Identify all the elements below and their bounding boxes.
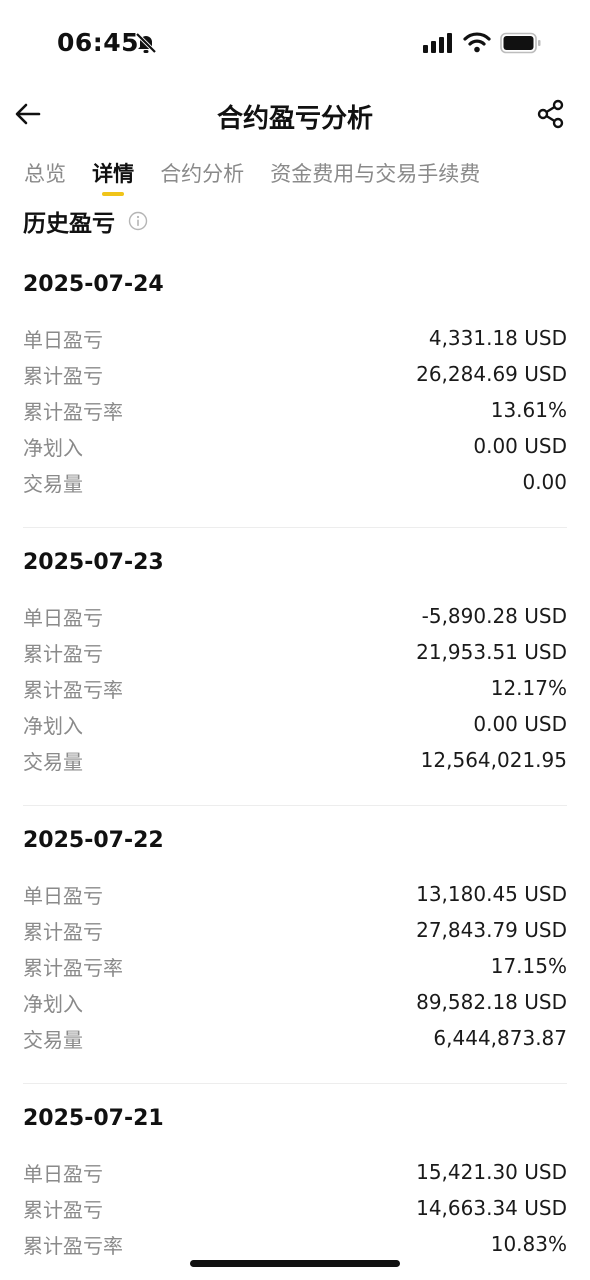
net-transfer-row: 净划入 89,582.18 USD bbox=[23, 984, 567, 1020]
net-transfer-row: 净划入 0.00 USD bbox=[23, 706, 567, 742]
cumulative-pnl-rate-row: 累计盈亏率 12.17% bbox=[23, 670, 567, 706]
row-label: 单日盈亏 bbox=[23, 327, 103, 352]
row-value: 6,444,873.87 bbox=[433, 1026, 567, 1050]
cumulative-pnl-rate-row: 累计盈亏率 10.83% bbox=[23, 1226, 567, 1262]
row-label: 累计盈亏率 bbox=[23, 955, 123, 980]
volume-row: 交易量 12,564,021.95 bbox=[23, 742, 567, 778]
divider bbox=[23, 1083, 567, 1084]
volume-row: 交易量 6,444,873.87 bbox=[23, 1020, 567, 1056]
row-value: 27,843.79 USD bbox=[416, 918, 567, 942]
daily-pnl-list: 2025-07-24 单日盈亏 4,331.18 USD 累计盈亏 26,284.6… bbox=[0, 250, 590, 1262]
day-date: 2025-07-23 bbox=[23, 550, 164, 575]
row-value: 10.83% bbox=[490, 1232, 567, 1256]
day-card: 2025-07-21 单日盈亏 15,421.30 USD 累计盈亏 14,663.… bbox=[23, 1102, 567, 1262]
row-value: 13,180.45 USD bbox=[416, 882, 567, 906]
wifi-icon bbox=[463, 32, 491, 53]
row-value: 26,284.69 USD bbox=[416, 362, 567, 386]
share-icon[interactable] bbox=[536, 99, 566, 129]
row-value: 12,564,021.95 bbox=[420, 748, 567, 772]
cumulative-pnl-row: 累计盈亏 21,953.51 USD bbox=[23, 634, 567, 670]
net-transfer-row: 净划入 0.00 USD bbox=[23, 428, 567, 464]
battery-icon bbox=[500, 32, 541, 54]
day-card: 2025-07-23 单日盈亏 -5,890.28 USD 累计盈亏 21,953.… bbox=[23, 546, 567, 806]
row-value: 0.00 USD bbox=[473, 712, 567, 736]
signal-icon bbox=[423, 33, 452, 53]
cumulative-pnl-rate-row: 累计盈亏率 13.61% bbox=[23, 392, 567, 428]
tab-contract-analysis[interactable]: 合约分析 bbox=[160, 158, 244, 188]
tab-overview[interactable]: 总览 bbox=[24, 158, 66, 188]
row-value: 13.61% bbox=[490, 398, 567, 422]
row-label: 累计盈亏 bbox=[23, 641, 103, 666]
row-label: 累计盈亏 bbox=[23, 1197, 103, 1222]
row-value: 4,331.18 USD bbox=[428, 326, 567, 350]
cumulative-pnl-row: 累计盈亏 26,284.69 USD bbox=[23, 356, 567, 392]
daily-pnl-row: 单日盈亏 15,421.30 USD bbox=[23, 1154, 567, 1190]
day-date: 2025-07-24 bbox=[23, 272, 164, 297]
row-label: 交易量 bbox=[23, 471, 83, 496]
cumulative-pnl-row: 累计盈亏 14,663.34 USD bbox=[23, 1190, 567, 1226]
row-label: 单日盈亏 bbox=[23, 1161, 103, 1186]
row-label: 净划入 bbox=[23, 713, 83, 738]
row-label: 累计盈亏率 bbox=[23, 399, 123, 424]
tab-details[interactable]: 详情 bbox=[92, 158, 134, 196]
row-label: 累计盈亏率 bbox=[23, 1233, 123, 1258]
cumulative-pnl-rate-row: 累计盈亏率 17.15% bbox=[23, 948, 567, 984]
row-label: 交易量 bbox=[23, 1027, 83, 1052]
row-value: 12.17% bbox=[490, 676, 567, 700]
row-value: 15,421.30 USD bbox=[416, 1160, 567, 1184]
page-title: 合约盈亏分析 bbox=[216, 104, 373, 134]
row-value: 89,582.18 USD bbox=[416, 990, 567, 1014]
row-label: 净划入 bbox=[23, 991, 83, 1016]
section-title: 历史盈亏 bbox=[23, 211, 115, 237]
section-header: 历史盈亏 bbox=[23, 204, 148, 237]
row-label: 累计盈亏 bbox=[23, 919, 103, 944]
row-value: -5,890.28 USD bbox=[421, 604, 567, 628]
row-label: 交易量 bbox=[23, 749, 83, 774]
row-value: 14,663.34 USD bbox=[416, 1196, 567, 1220]
row-label: 累计盈亏 bbox=[23, 363, 103, 388]
daily-pnl-row: 单日盈亏 -5,890.28 USD bbox=[23, 598, 567, 634]
divider bbox=[23, 527, 567, 528]
nav-bar: 合约盈亏分析 bbox=[0, 88, 590, 144]
status-bar: 06:45 bbox=[0, 0, 590, 88]
row-value: 21,953.51 USD bbox=[416, 640, 567, 664]
volume-row: 交易量 0.00 bbox=[23, 464, 567, 500]
row-label: 单日盈亏 bbox=[23, 883, 103, 908]
day-card: 2025-07-22 单日盈亏 13,180.45 USD 累计盈亏 27,843.… bbox=[23, 824, 567, 1084]
row-value: 0.00 USD bbox=[473, 434, 567, 458]
tab-funding-fees[interactable]: 资金费用与交易手续费 bbox=[270, 158, 480, 188]
row-value: 17.15% bbox=[490, 954, 567, 978]
home-indicator[interactable] bbox=[190, 1260, 400, 1267]
day-card: 2025-07-24 单日盈亏 4,331.18 USD 累计盈亏 26,284.6… bbox=[23, 268, 567, 528]
cumulative-pnl-row: 累计盈亏 27,843.79 USD bbox=[23, 912, 567, 948]
daily-pnl-row: 单日盈亏 13,180.45 USD bbox=[23, 876, 567, 912]
day-date: 2025-07-21 bbox=[23, 1106, 164, 1131]
tab-bar: 总览 详情 合约分析 资金费用与交易手续费 bbox=[24, 158, 501, 198]
row-label: 累计盈亏率 bbox=[23, 677, 123, 702]
divider bbox=[23, 805, 567, 806]
day-date: 2025-07-22 bbox=[23, 828, 164, 853]
row-label: 单日盈亏 bbox=[23, 605, 103, 630]
mute-bell-icon bbox=[135, 32, 157, 54]
status-time: 06:45 bbox=[57, 28, 140, 57]
daily-pnl-row: 单日盈亏 4,331.18 USD bbox=[23, 320, 567, 356]
row-label: 净划入 bbox=[23, 435, 83, 460]
info-icon[interactable] bbox=[128, 211, 148, 231]
row-value: 0.00 bbox=[522, 470, 567, 494]
